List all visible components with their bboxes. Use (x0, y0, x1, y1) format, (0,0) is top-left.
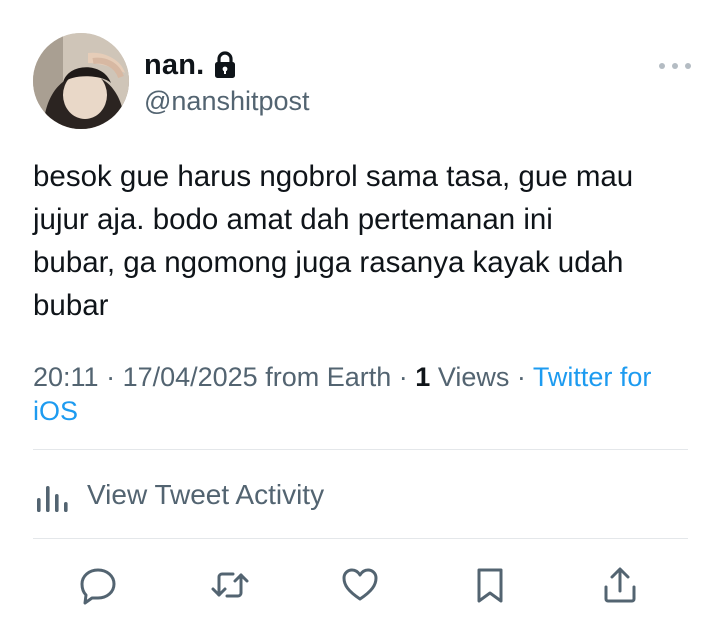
divider (33, 538, 688, 539)
like-button[interactable] (338, 562, 382, 608)
meta-separator: · (391, 362, 416, 392)
more-dot-icon (659, 63, 665, 69)
meta-separator: · (509, 362, 533, 392)
view-tweet-activity-button[interactable]: View Tweet Activity (33, 470, 324, 520)
more-dot-icon (685, 63, 691, 69)
share-button[interactable] (598, 562, 642, 608)
display-name[interactable]: nan. (144, 49, 204, 82)
more-options-button[interactable] (659, 58, 691, 74)
views-count: 1 (415, 362, 431, 392)
retweet-button[interactable] (208, 562, 252, 608)
bookmark-icon (477, 568, 503, 603)
author-name-row: nan. (144, 48, 238, 82)
avatar[interactable] (33, 33, 129, 129)
tweet-time[interactable]: 20:11 (33, 362, 99, 392)
comment-icon (80, 568, 116, 605)
share-icon (604, 567, 636, 603)
tweet-location: from Earth (265, 362, 392, 392)
tweet-card: nan. @nanshitpost besok gue harus ngobro… (0, 0, 720, 637)
divider (33, 449, 688, 450)
tweet-text: besok gue harus ngobrol sama tasa, gue m… (33, 160, 634, 322)
tweet-meta: 20:11 · 17/04/2025 from Earth · 1 Views … (33, 360, 693, 428)
bar-chart-icon (37, 486, 68, 512)
meta-separator: · (98, 362, 123, 392)
views-label: Views (437, 362, 510, 392)
tweet-actions-bar (0, 562, 720, 612)
lock-icon (215, 51, 236, 78)
view-tweet-activity-label: View Tweet Activity (87, 479, 325, 510)
avatar-photo (33, 33, 129, 129)
tweet-date[interactable]: 17/04/2025 (123, 362, 258, 392)
retweet-icon (211, 572, 249, 598)
reply-button[interactable] (76, 562, 120, 608)
heart-icon (342, 568, 378, 601)
more-dot-icon (672, 63, 678, 69)
bookmark-button[interactable] (468, 562, 512, 608)
author-handle[interactable]: @nanshitpost (144, 86, 310, 117)
